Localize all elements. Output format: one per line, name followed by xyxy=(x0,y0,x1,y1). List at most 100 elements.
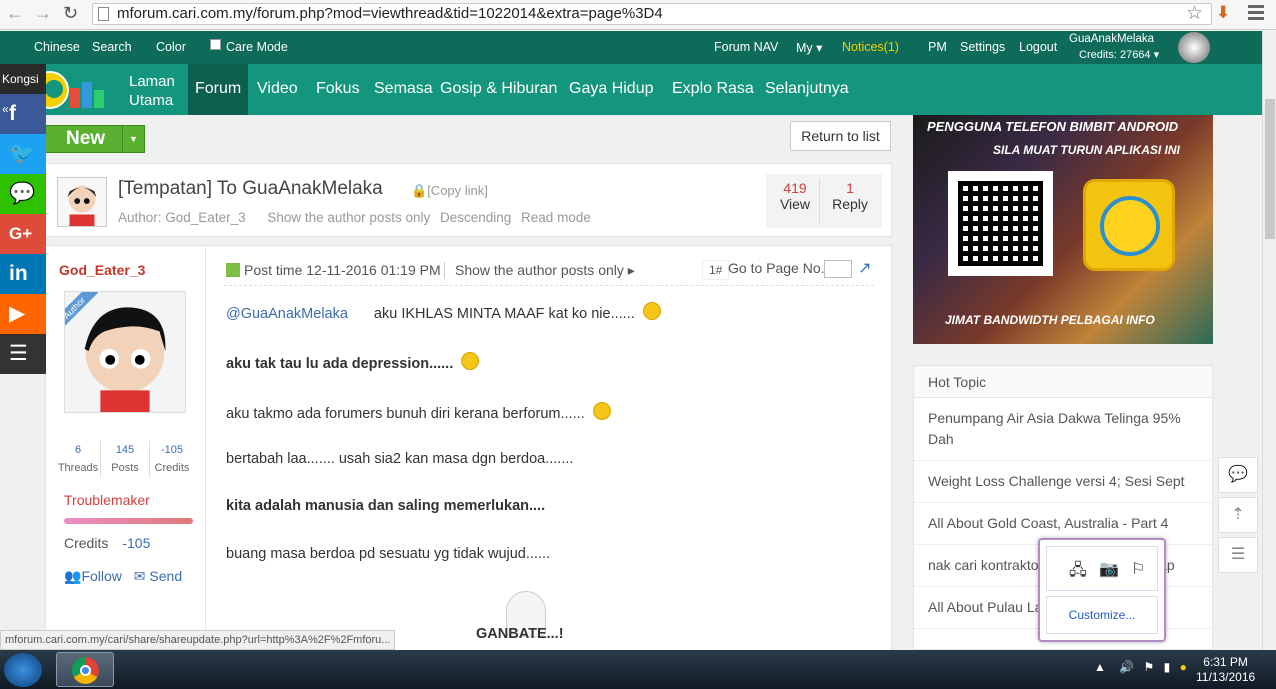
stat-threads[interactable]: 6 Threads xyxy=(53,441,103,477)
list-icon[interactable]: ☰ xyxy=(1218,537,1258,573)
flag-tray-icon[interactable]: ⚐ xyxy=(1131,559,1145,579)
show-hidden-icons[interactable]: ▲ xyxy=(1094,660,1106,674)
chinese-link[interactable]: Chinese xyxy=(34,40,80,54)
show-author-only-link[interactable]: Show the author posts only xyxy=(267,210,430,225)
nav-forum[interactable]: Forum xyxy=(195,80,241,98)
forum-nav-link[interactable]: Forum NAV xyxy=(714,40,778,54)
nav-video[interactable]: Video xyxy=(257,80,298,98)
clock[interactable]: 6:31 PM 11/13/2016 xyxy=(1196,655,1255,685)
qr-code xyxy=(948,171,1053,276)
post-show-author-link[interactable]: Show the author posts only ▸ xyxy=(444,262,635,279)
nav-selanjutnya[interactable]: Selanjutnya xyxy=(765,80,849,98)
wechat-icon[interactable]: 💬 xyxy=(0,174,46,214)
network-icon[interactable]: ▮ xyxy=(1164,660,1171,674)
credits-menu[interactable]: Credits: 27664 ▾ xyxy=(1079,48,1159,61)
system-tray: ▲ 🔊 ⚑ ▮ ● xyxy=(1094,660,1187,674)
follow-icon: 👥 xyxy=(64,568,82,584)
download-icon[interactable]: ⬇ xyxy=(1216,3,1230,23)
nav-gosip[interactable]: Gosip & Hiburan xyxy=(440,80,557,98)
comment-tool-icon[interactable]: 💬 xyxy=(1218,457,1258,493)
go-arrow-icon[interactable]: ↗ xyxy=(858,258,871,278)
address-bar[interactable]: mforum.cari.com.my/forum.php?mod=viewthr… xyxy=(92,3,1212,25)
tray-icons: 🖧 📷 ⚐ xyxy=(1046,546,1158,591)
follow-link[interactable]: 👥Follow xyxy=(64,568,122,584)
forum-topbar: Chinese Search Color Care Mode Forum NAV… xyxy=(0,31,1262,64)
main-nav: Laman Utama Forum Video Fokus Semasa Gosi… xyxy=(0,64,1262,115)
author-avatar[interactable]: Author xyxy=(64,291,186,413)
post-line-2: aku tak tau lu ada depression...... xyxy=(226,352,480,372)
care-mode-label[interactable]: Care Mode xyxy=(226,40,288,54)
nav-fokus[interactable]: Fokus xyxy=(316,80,360,98)
reply-label: Reply xyxy=(832,196,868,212)
nav-home[interactable]: Laman Utama xyxy=(129,72,175,110)
chrome-icon xyxy=(72,657,99,684)
copy-link[interactable]: 🔒[Copy link] xyxy=(411,183,488,199)
settings-link[interactable]: Settings xyxy=(960,40,1005,54)
stat-posts[interactable]: 145 Posts xyxy=(100,441,150,477)
share-header[interactable]: Kongsi « xyxy=(0,64,46,116)
goto-page-input[interactable] xyxy=(824,260,852,278)
care-mode-checkbox[interactable] xyxy=(210,39,221,50)
right-tools: 💬 ⇡ ☰ xyxy=(1218,457,1258,577)
reply-count: 1 xyxy=(846,180,854,196)
descending-link[interactable]: Descending xyxy=(440,210,511,225)
post-line-1: @GuaAnakMelaka aku IKHLAS MINTA MAAF kat … xyxy=(226,302,661,322)
post-header: Post time 12-11-2016 01:19 PM Show the a… xyxy=(224,260,874,286)
action-center-icon[interactable]: ⚑ xyxy=(1144,660,1155,674)
network-tray-icon[interactable]: 🖧 xyxy=(1069,559,1087,586)
view-count: 419 xyxy=(783,180,807,196)
reload-icon[interactable]: ↻ xyxy=(63,3,78,24)
lock-icon: 🔒 xyxy=(411,183,428,198)
username[interactable]: GuaAnakMelaka xyxy=(1069,33,1154,45)
hot-topic-item[interactable]: Penumpang Air Asia Dakwa Telinga 95% Dah xyxy=(914,398,1212,461)
my-menu[interactable]: My ▾ xyxy=(796,40,822,55)
chrome-taskbar-button[interactable] xyxy=(56,652,114,687)
pm-link[interactable]: PM xyxy=(928,40,947,54)
read-mode-link[interactable]: Read mode xyxy=(521,210,591,225)
google-plus-icon[interactable]: G+ xyxy=(0,214,46,254)
author-name[interactable]: God_Eater_3 xyxy=(59,262,145,278)
comment-icon[interactable]: ☰ xyxy=(0,334,46,374)
twitter-icon[interactable]: 🐦 xyxy=(0,134,46,174)
app-logo-icon xyxy=(1083,179,1175,271)
back-icon[interactable]: ← xyxy=(6,3,24,24)
return-to-list-button[interactable]: Return to list xyxy=(790,121,891,151)
post-body: Post time 12-11-2016 01:19 PM Show the a… xyxy=(206,246,891,650)
post-line-3: aku takmo ada forumers bunuh diri kerana… xyxy=(226,402,611,422)
page-scrollbar[interactable] xyxy=(1262,31,1276,650)
linkedin-icon[interactable]: in xyxy=(0,254,46,294)
video-icon[interactable]: ▶ xyxy=(0,294,46,334)
nav-explo-rasa[interactable]: Explo Rasa xyxy=(672,80,754,98)
search-link[interactable]: Search xyxy=(92,40,132,54)
user-avatar[interactable] xyxy=(1178,32,1210,63)
new-dropdown-icon[interactable]: ▼ xyxy=(122,126,144,152)
start-button[interactable] xyxy=(4,653,42,687)
volume-icon[interactable]: 🔊 xyxy=(1119,660,1134,674)
post-line-7: GANBATE...! xyxy=(476,626,564,642)
floor-number[interactable]: 1# xyxy=(702,260,730,280)
author-thumbnail[interactable] xyxy=(57,177,107,227)
android-app-banner[interactable]: PENGGUNA TELEFON BIMBIT ANDROID SILA MUA… xyxy=(913,115,1213,344)
bookmark-star-icon[interactable]: ☆ xyxy=(1186,2,1203,25)
logout-link[interactable]: Logout xyxy=(1019,40,1057,54)
camera-tray-icon[interactable]: 📷 xyxy=(1099,559,1119,579)
scrollbar-thumb[interactable] xyxy=(1265,99,1275,239)
nav-gaya-hidup[interactable]: Gaya Hidup xyxy=(569,80,654,98)
thread-author[interactable]: Author: God_Eater_3 xyxy=(118,210,246,225)
tongue-emoji-icon xyxy=(461,352,480,370)
nav-semasa[interactable]: Semasa xyxy=(374,80,433,98)
notices-link[interactable]: Notices(1) xyxy=(842,40,899,54)
hot-topic-item[interactable]: Weight Loss Challenge versi 4; Sesi Sept xyxy=(914,461,1212,503)
scroll-top-icon[interactable]: ⇡ xyxy=(1218,497,1258,533)
forward-icon[interactable]: → xyxy=(34,3,52,24)
color-link[interactable]: Color xyxy=(156,40,186,54)
browser-menu-icon[interactable] xyxy=(1248,5,1264,23)
stat-credits[interactable]: -105 Credits xyxy=(147,441,197,477)
update-icon[interactable]: ● xyxy=(1180,660,1187,674)
post-line-5: kita adalah manusia dan saling memerluka… xyxy=(226,498,546,514)
customize-link[interactable]: Customize... xyxy=(1046,596,1158,634)
mention-link[interactable]: @GuaAnakMelaka xyxy=(226,306,348,322)
send-link[interactable]: ✉ Send xyxy=(134,568,182,584)
crying-emoji-icon xyxy=(592,402,611,420)
new-thread-button[interactable]: New ▼ xyxy=(45,125,145,153)
